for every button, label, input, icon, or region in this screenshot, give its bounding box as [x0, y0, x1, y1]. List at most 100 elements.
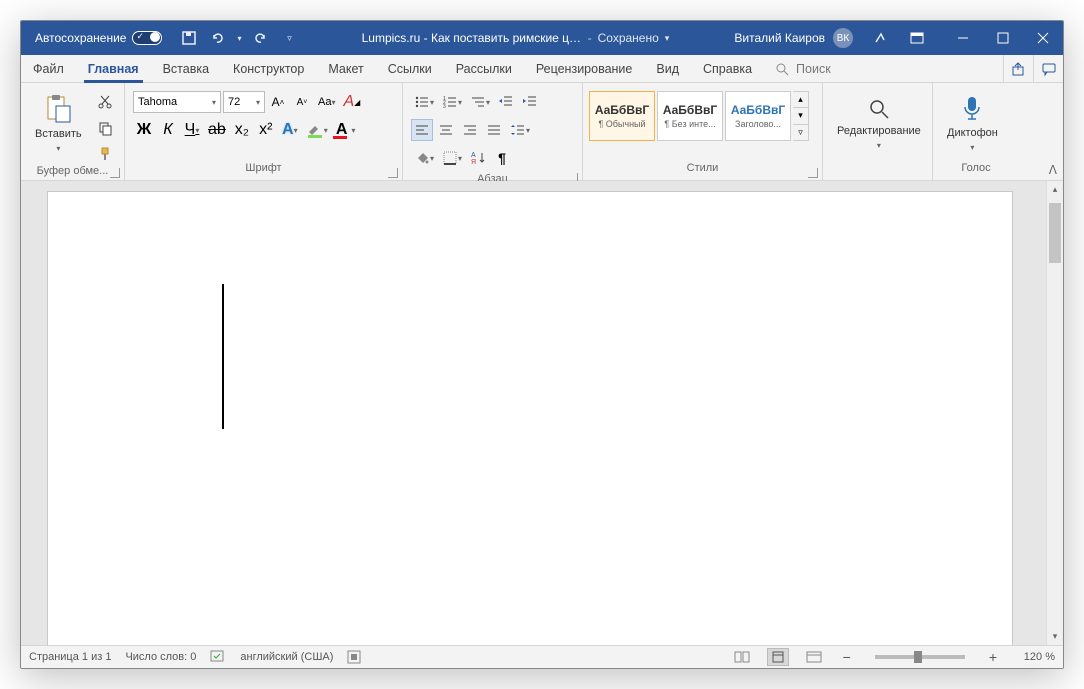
copy-button[interactable] — [94, 117, 116, 139]
share-button[interactable] — [1003, 55, 1033, 82]
zoom-slider[interactable] — [875, 655, 965, 659]
search-label: Поиск — [796, 62, 831, 76]
styles-down-icon[interactable]: ▾ — [793, 108, 808, 124]
spellcheck-icon[interactable] — [210, 650, 226, 664]
highlight-button[interactable]: ▾ — [303, 119, 331, 141]
undo-dropdown-icon[interactable]: ▾ — [234, 27, 244, 49]
shading-button[interactable]: ▾ — [411, 147, 437, 169]
bold-button[interactable]: Ж — [133, 119, 155, 141]
dictate-button[interactable]: Диктофон ▾ — [939, 87, 1006, 159]
line-spacing-button[interactable]: ▾ — [507, 119, 533, 141]
minimize-button[interactable] — [943, 21, 983, 55]
page[interactable] — [47, 191, 1013, 645]
zoom-value[interactable]: 120 % — [1015, 651, 1055, 663]
decrease-indent-button[interactable] — [495, 91, 517, 113]
underline-button[interactable]: Ч▾ — [181, 119, 203, 141]
maximize-button[interactable] — [983, 21, 1023, 55]
tab-insert[interactable]: Вставка — [151, 55, 221, 82]
search-box[interactable]: Поиск — [764, 55, 841, 82]
tab-references[interactable]: Ссылки — [376, 55, 444, 82]
save-status-dropdown-icon[interactable]: ▾ — [665, 33, 670, 44]
comments-button[interactable] — [1033, 55, 1063, 82]
zoom-out-button[interactable]: − — [839, 649, 855, 665]
collapse-ribbon-icon[interactable]: ᐱ — [1049, 163, 1057, 177]
sort-button[interactable]: AЯ — [467, 147, 489, 169]
show-marks-button[interactable]: ¶ — [491, 147, 513, 169]
vertical-scrollbar[interactable]: ▴ ▾ — [1046, 181, 1063, 645]
strike-button[interactable]: ab — [205, 119, 229, 141]
numbering-button[interactable]: 123▾ — [439, 91, 465, 113]
ribbon-display-button[interactable] — [897, 21, 937, 55]
font-name-combo[interactable]: Tahoma▾ — [133, 91, 221, 113]
tab-home[interactable]: Главная — [76, 55, 151, 82]
styles-launcher[interactable] — [808, 168, 818, 178]
view-web-button[interactable] — [803, 648, 825, 666]
save-icon[interactable] — [178, 27, 200, 49]
borders-icon — [442, 150, 458, 166]
view-print-button[interactable] — [767, 648, 789, 666]
group-styles: АаБбВвГ ¶ Обычный АаБбВвГ ¶ Без инте... … — [583, 83, 823, 180]
font-name-value: Tahoma — [138, 96, 177, 108]
font-size-combo[interactable]: 72▾ — [223, 91, 265, 113]
styles-more-icon[interactable]: ▿ — [793, 125, 808, 140]
align-left-button[interactable] — [411, 119, 433, 141]
increase-indent-button[interactable] — [519, 91, 541, 113]
editing-button[interactable]: Редактирование ▾ — [829, 87, 929, 159]
format-painter-button[interactable] — [94, 143, 116, 165]
grow-font-button[interactable]: A˄ — [267, 91, 289, 113]
macro-icon[interactable] — [347, 650, 361, 664]
paint-bucket-icon — [414, 150, 430, 166]
title-bar: Автосохранение ✓ ▾ ▿ Lumpics.ru - Как по… — [21, 21, 1063, 55]
paste-button[interactable]: Вставить ▾ — [27, 87, 90, 159]
close-button[interactable] — [1023, 21, 1063, 55]
font-color-button[interactable]: A▾ — [333, 119, 359, 141]
redo-button[interactable] — [250, 27, 272, 49]
styles-up-icon[interactable]: ▴ — [793, 92, 808, 108]
style-normal[interactable]: АаБбВвГ ¶ Обычный — [589, 91, 655, 141]
user-account[interactable]: Виталий Каиров ВК — [724, 21, 863, 55]
svg-text:3: 3 — [443, 104, 446, 110]
subscript-button[interactable]: x₂ — [231, 119, 253, 141]
clipboard-launcher[interactable] — [110, 168, 120, 178]
zoom-knob[interactable] — [914, 651, 922, 663]
italic-button[interactable]: К — [157, 119, 179, 141]
autosave-toggle[interactable]: Автосохранение ✓ — [21, 21, 172, 55]
justify-button[interactable] — [483, 119, 505, 141]
shrink-font-button[interactable]: A˅ — [291, 91, 313, 113]
tab-layout[interactable]: Макет — [316, 55, 375, 82]
status-bar: Страница 1 из 1 Число слов: 0 английский… — [21, 645, 1063, 668]
align-center-button[interactable] — [435, 119, 457, 141]
tab-review[interactable]: Рецензирование — [524, 55, 645, 82]
style-heading1[interactable]: АаБбВвГ Заголово... — [725, 91, 791, 141]
language-indicator[interactable]: английский (США) — [240, 651, 333, 663]
tab-file[interactable]: Файл — [21, 55, 76, 82]
save-status: Сохранено — [598, 31, 659, 45]
scroll-down-icon[interactable]: ▾ — [1047, 628, 1063, 645]
coming-soon-icon[interactable] — [869, 27, 891, 49]
superscript-button[interactable]: x² — [255, 119, 277, 141]
ribbon-tabs: Файл Главная Вставка Конструктор Макет С… — [21, 55, 1063, 83]
tab-view[interactable]: Вид — [644, 55, 691, 82]
tab-mailings[interactable]: Рассылки — [444, 55, 524, 82]
scroll-up-icon[interactable]: ▴ — [1047, 181, 1063, 198]
tab-help[interactable]: Справка — [691, 55, 764, 82]
word-count[interactable]: Число слов: 0 — [125, 651, 196, 663]
borders-button[interactable]: ▾ — [439, 147, 465, 169]
scroll-thumb[interactable] — [1049, 203, 1061, 263]
tab-design[interactable]: Конструктор — [221, 55, 316, 82]
clear-format-button[interactable]: A◢ — [340, 91, 363, 113]
change-case-button[interactable]: Aa▾ — [315, 91, 338, 113]
font-launcher[interactable] — [388, 168, 398, 178]
cut-button[interactable] — [94, 91, 116, 113]
bullets-button[interactable]: ▾ — [411, 91, 437, 113]
style-no-spacing[interactable]: АаБбВвГ ¶ Без инте... — [657, 91, 723, 141]
page-indicator[interactable]: Страница 1 из 1 — [29, 651, 111, 663]
view-read-button[interactable] — [731, 648, 753, 666]
undo-button[interactable] — [206, 27, 228, 49]
align-right-button[interactable] — [459, 119, 481, 141]
text-effects-button[interactable]: A▾ — [279, 119, 301, 141]
document-area: ▴ ▾ — [21, 181, 1063, 645]
zoom-in-button[interactable]: + — [985, 649, 1001, 665]
multilevel-button[interactable]: ▾ — [467, 91, 493, 113]
qat-customize-icon[interactable]: ▿ — [278, 27, 300, 49]
